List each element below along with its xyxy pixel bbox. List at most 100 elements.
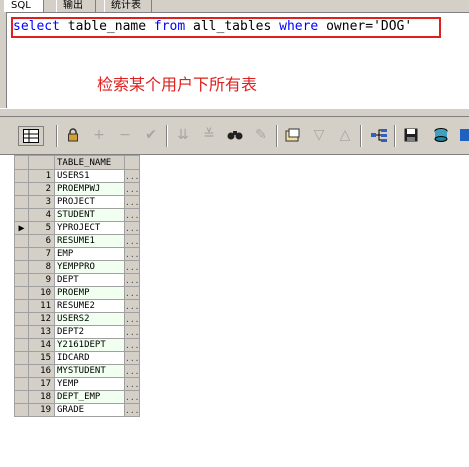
row-indicator[interactable]: [14, 247, 29, 261]
row-indicator[interactable]: ▶: [14, 221, 29, 235]
cell-ellipsis-button[interactable]: ...: [123, 286, 141, 300]
table-row[interactable]: 14 Y2161DEPT...: [14, 338, 141, 352]
save-icon[interactable]: [402, 126, 420, 144]
table-row[interactable]: 7 EMP...: [14, 247, 141, 261]
table-row[interactable]: 4 STUDENT...: [14, 208, 141, 222]
table-name-cell[interactable]: YPROJECT: [54, 221, 125, 235]
column-header-table-name[interactable]: TABLE_NAME: [54, 155, 125, 170]
filter-down-icon[interactable]: ⇊: [174, 126, 192, 144]
table-name-cell[interactable]: YEMPPRO: [54, 260, 125, 274]
table-row[interactable]: ▶ 5 YPROJECT...: [14, 221, 141, 235]
table-name-cell[interactable]: YEMP: [54, 377, 125, 391]
table-name-cell[interactable]: PROEMP: [54, 286, 125, 300]
table-name-cell[interactable]: GRADE: [54, 403, 125, 417]
row-indicator[interactable]: [14, 364, 29, 378]
table-row[interactable]: 10 PROEMP...: [14, 286, 141, 300]
table-name-cell[interactable]: DEPT_EMP: [54, 390, 125, 404]
row-indicator[interactable]: [14, 377, 29, 391]
table-row[interactable]: 18 DEPT_EMP...: [14, 390, 141, 404]
cell-ellipsis-button[interactable]: ...: [123, 338, 141, 352]
table-name-cell[interactable]: DEPT: [54, 273, 125, 287]
cell-ellipsis-button[interactable]: ...: [123, 299, 141, 313]
table-row[interactable]: 9 DEPT...: [14, 273, 141, 287]
row-indicator[interactable]: [14, 286, 29, 300]
clear-icon[interactable]: ✎: [252, 126, 270, 144]
row-indicator[interactable]: [14, 273, 29, 287]
row-indicator[interactable]: [14, 312, 29, 326]
row-indicator[interactable]: [14, 390, 29, 404]
table-name-cell[interactable]: PROEMPWJ: [54, 182, 125, 196]
more-icon[interactable]: [458, 126, 469, 144]
table-name-cell[interactable]: IDCARD: [54, 351, 125, 365]
table-row[interactable]: 6 RESUME1...: [14, 234, 141, 248]
row-indicator[interactable]: [14, 169, 29, 183]
row-indicator[interactable]: [14, 195, 29, 209]
table-row[interactable]: 17 YEMP...: [14, 377, 141, 391]
row-indicator[interactable]: [14, 403, 29, 417]
table-row[interactable]: 11 RESUME2...: [14, 299, 141, 313]
cell-ellipsis-button[interactable]: ...: [123, 195, 141, 209]
table-row[interactable]: 19 GRADE...: [14, 403, 141, 417]
lock-icon[interactable]: [64, 126, 82, 144]
row-indicator[interactable]: [14, 208, 29, 222]
sql-editor[interactable]: select table_name from all_tables where …: [6, 12, 469, 108]
cell-ellipsis-button[interactable]: ...: [123, 260, 141, 274]
table-name-cell[interactable]: RESUME1: [54, 234, 125, 248]
filter-clear-icon[interactable]: ≚: [200, 126, 218, 144]
cell-ellipsis-button[interactable]: ...: [123, 312, 141, 326]
cell-ellipsis-button[interactable]: ...: [123, 325, 141, 339]
cell-ellipsis-button[interactable]: ...: [123, 351, 141, 365]
table-row[interactable]: 8 YEMPPRO...: [14, 260, 141, 274]
export-icon[interactable]: [284, 126, 302, 144]
cell-ellipsis-button[interactable]: ...: [123, 403, 141, 417]
row-indicator[interactable]: [14, 351, 29, 365]
table-name-cell[interactable]: USERS1: [54, 169, 125, 183]
tab-sql[interactable]: SQL: [4, 0, 44, 12]
cell-ellipsis-button[interactable]: ...: [123, 182, 141, 196]
table-name-cell[interactable]: EMP: [54, 247, 125, 261]
tab-output[interactable]: 输出: [56, 0, 96, 12]
table-row[interactable]: 2 PROEMPWJ...: [14, 182, 141, 196]
row-indicator[interactable]: [14, 234, 29, 248]
cell-ellipsis-button[interactable]: ...: [123, 234, 141, 248]
cell-ellipsis-button[interactable]: ...: [123, 377, 141, 391]
result-grid[interactable]: TABLE_NAME 1 USERS1... 2 PROEMPWJ... 3 PROJEC…: [0, 154, 469, 467]
table-name-cell[interactable]: Y2161DEPT: [54, 338, 125, 352]
table-row[interactable]: 12 USERS2...: [14, 312, 141, 326]
table-row[interactable]: 16 MYSTUDENT...: [14, 364, 141, 378]
post-icon[interactable]: ✔: [142, 126, 160, 144]
db-icon[interactable]: [432, 126, 450, 144]
table-row[interactable]: 15 IDCARD...: [14, 351, 141, 365]
table-row[interactable]: 3 PROJECT...: [14, 195, 141, 209]
cell-ellipsis-button[interactable]: ...: [123, 247, 141, 261]
explain-icon[interactable]: [370, 126, 388, 144]
table-name-cell[interactable]: MYSTUDENT: [54, 364, 125, 378]
tab-statistics[interactable]: 统计表: [104, 0, 152, 12]
cell-ellipsis-button[interactable]: ...: [123, 390, 141, 404]
table-name-cell[interactable]: RESUME2: [54, 299, 125, 313]
cell-ellipsis-button[interactable]: ...: [123, 221, 141, 235]
find-icon[interactable]: [226, 126, 244, 144]
row-indicator[interactable]: [14, 338, 29, 352]
table-name-cell[interactable]: STUDENT: [54, 208, 125, 222]
table-row[interactable]: 1 USERS1...: [14, 169, 141, 183]
cell-ellipsis-button[interactable]: ...: [123, 364, 141, 378]
cell-ellipsis-button[interactable]: ...: [123, 273, 141, 287]
table-name-cell[interactable]: USERS2: [54, 312, 125, 326]
table-name-cell[interactable]: PROJECT: [54, 195, 125, 209]
prev-icon[interactable]: △: [336, 126, 354, 144]
delete-record-icon[interactable]: −: [116, 126, 134, 144]
splitter[interactable]: [0, 108, 469, 117]
row-indicator[interactable]: [14, 299, 29, 313]
table-row[interactable]: 13 DEPT2...: [14, 325, 141, 339]
grid-icon[interactable]: [18, 126, 44, 146]
sql-statement[interactable]: select table_name from all_tables where …: [13, 19, 412, 34]
add-record-icon[interactable]: +: [90, 126, 108, 144]
next-icon[interactable]: ▽: [310, 126, 328, 144]
row-indicator[interactable]: [14, 260, 29, 274]
cell-ellipsis-button[interactable]: ...: [123, 169, 141, 183]
row-indicator[interactable]: [14, 182, 29, 196]
row-indicator[interactable]: [14, 325, 29, 339]
cell-ellipsis-button[interactable]: ...: [123, 208, 141, 222]
table-name-cell[interactable]: DEPT2: [54, 325, 125, 339]
